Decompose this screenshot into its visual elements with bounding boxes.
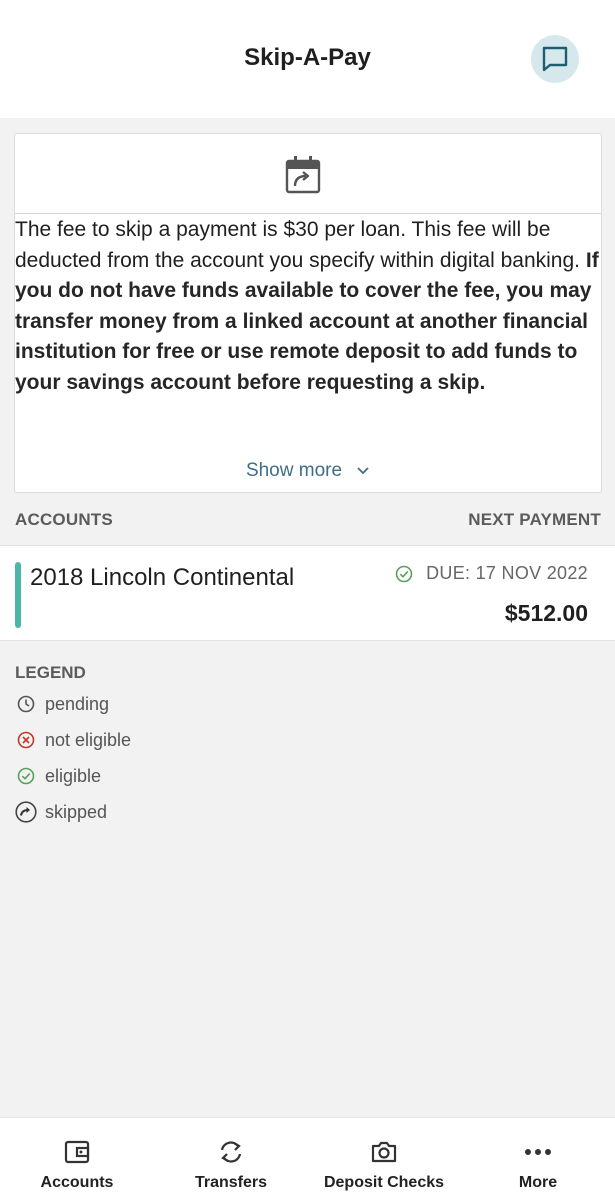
legend-label: eligible — [45, 765, 102, 786]
more-dots-icon — [524, 1138, 552, 1166]
calendar-skip-icon — [285, 156, 321, 194]
app-header: Skip-A-Pay — [0, 0, 615, 118]
legend-label: skipped — [45, 801, 108, 822]
chevron-down-icon — [356, 460, 370, 482]
page-title: Skip-A-Pay — [244, 44, 371, 71]
x-circle-icon — [15, 729, 37, 751]
account-due-date: DUE: 17 NOV 2022 — [426, 563, 588, 583]
legend-item-skipped: skipped — [15, 800, 107, 824]
camera-icon — [371, 1138, 397, 1166]
nav-label: Accounts — [40, 1174, 114, 1191]
account-color-bar — [15, 562, 21, 628]
check-circle-icon — [395, 565, 413, 583]
accounts-column-header: ACCOUNTS — [15, 510, 113, 529]
clock-icon — [15, 693, 37, 715]
legend-item-pending: pending — [15, 692, 109, 716]
fee-info-text: The fee to skip a payment is $30 per loa… — [15, 215, 603, 398]
nav-label: Transfers — [194, 1174, 268, 1191]
next-payment-column-header: NEXT PAYMENT — [468, 510, 601, 529]
legend-label: pending — [45, 693, 110, 714]
chat-button[interactable] — [531, 35, 579, 83]
legend-label: not eligible — [45, 729, 132, 750]
nav-label: Deposit Checks — [323, 1174, 445, 1191]
legend-item-not-eligible: not eligible — [15, 728, 131, 752]
check-circle-icon — [15, 765, 37, 787]
bottom-navigation: Accounts Transfers Deposit Checks More — [0, 1117, 615, 1200]
account-row[interactable]: 2018 Lincoln Continental DUE: 17 NOV 202… — [0, 545, 615, 641]
info-card: The fee to skip a payment is $30 per loa… — [14, 133, 602, 493]
card-divider — [15, 213, 601, 214]
show-more-label: Show more — [245, 460, 343, 482]
nav-accounts[interactable]: Accounts — [0, 1118, 154, 1200]
account-name: 2018 Lincoln Continental — [30, 564, 295, 591]
chat-icon — [542, 46, 568, 72]
arrow-circle-icon — [15, 801, 37, 823]
wallet-icon — [64, 1138, 90, 1166]
nav-deposit-checks[interactable]: Deposit Checks — [307, 1118, 461, 1200]
nav-label: More — [518, 1174, 558, 1191]
nav-more[interactable]: More — [461, 1118, 615, 1200]
fee-info-regular: The fee to skip a payment is $30 per loa… — [15, 218, 581, 272]
transfer-icon — [217, 1138, 245, 1166]
legend-title: LEGEND — [15, 663, 86, 682]
show-more-link[interactable]: Show more — [15, 460, 601, 482]
nav-transfers[interactable]: Transfers — [154, 1118, 308, 1200]
legend-item-eligible: eligible — [15, 764, 101, 788]
account-payment-amount: $512.00 — [504, 600, 588, 626]
